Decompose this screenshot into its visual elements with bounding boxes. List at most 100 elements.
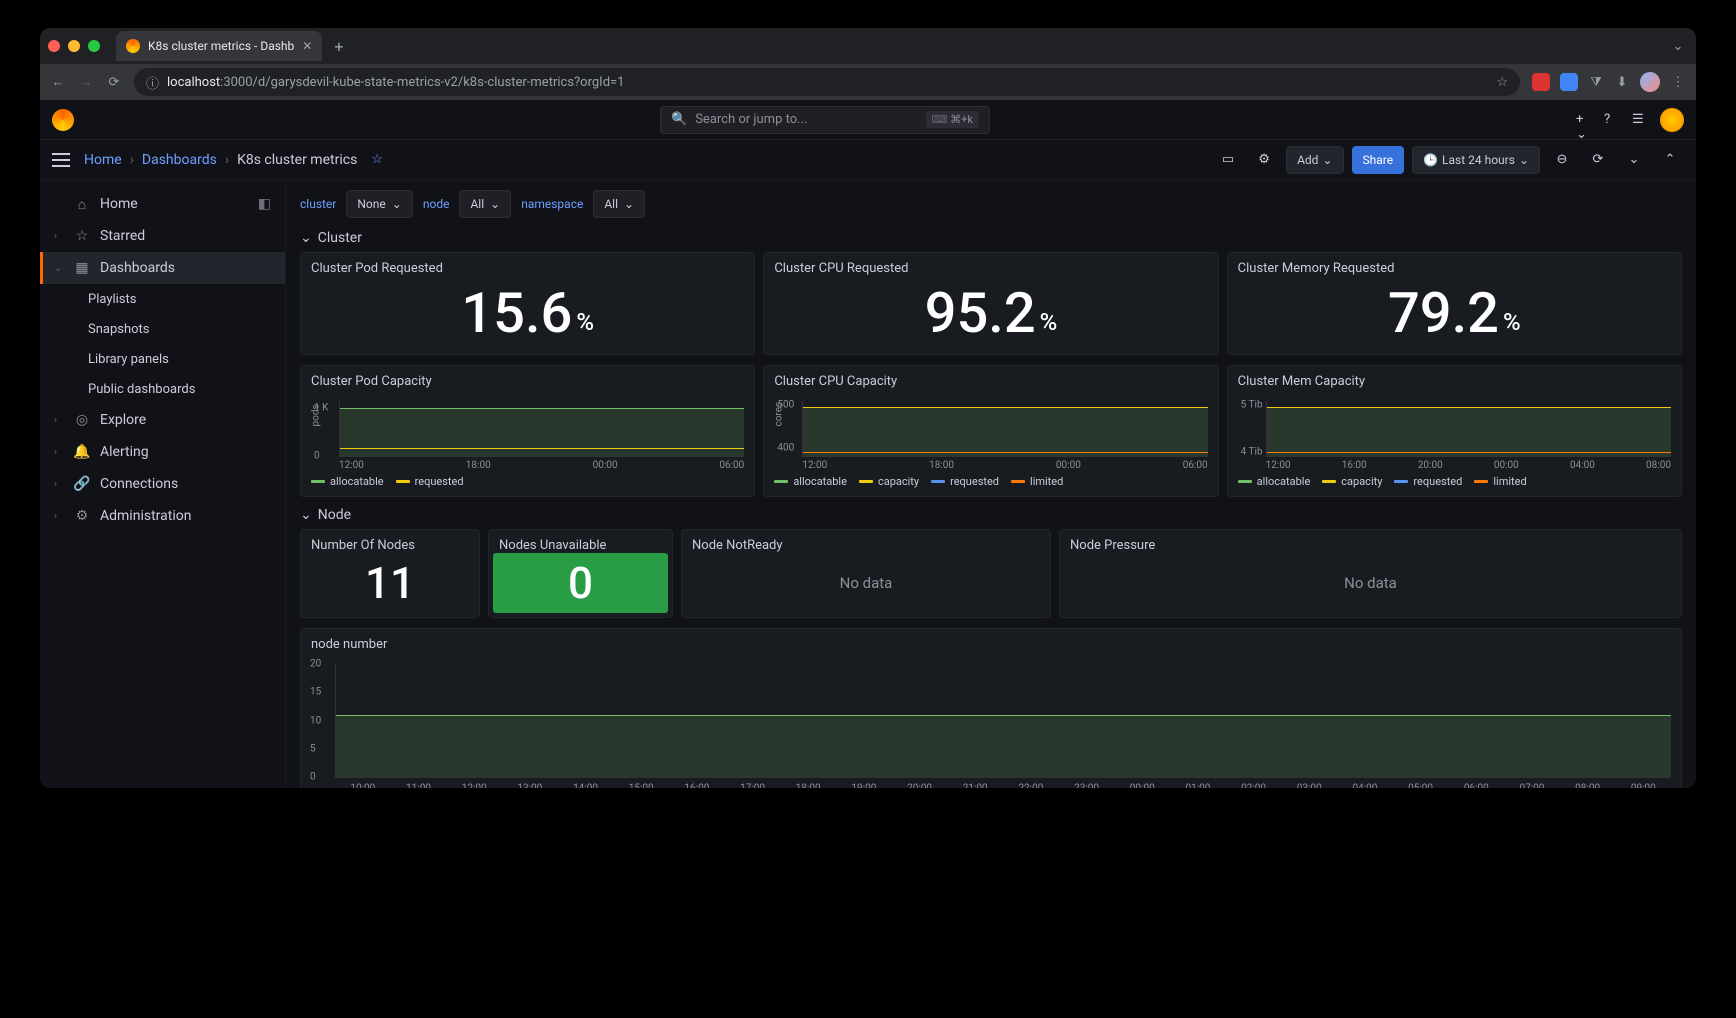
stat-value: 95.2% bbox=[774, 280, 1207, 346]
search-input[interactable]: 🔍 Search or jump to... ⌨ ⌘+k bbox=[660, 106, 990, 134]
panel-cpu-capacity[interactable]: Cluster CPU Capacity 500 400 cores 12:00… bbox=[763, 365, 1218, 497]
chevron-down-icon: ⌄ bbox=[300, 507, 312, 523]
breadcrumb-bar: Home › Dashboards › K8s cluster metrics … bbox=[40, 140, 1696, 180]
settings-icon[interactable]: ⚙ bbox=[1250, 146, 1278, 174]
star-icon: ☆ bbox=[74, 228, 90, 244]
chart-legend[interactable]: allocatable capacity requested limited bbox=[774, 475, 1207, 488]
clock-icon: 🕒 bbox=[1423, 153, 1438, 167]
breadcrumb-current: K8s cluster metrics bbox=[237, 152, 357, 168]
panel-mem-capacity[interactable]: Cluster Mem Capacity 5 Tib 4 Tib 12:0016… bbox=[1227, 365, 1682, 497]
panel-node-pressure[interactable]: Node Pressure No data bbox=[1059, 529, 1682, 618]
panel-cpu-requested[interactable]: Cluster CPU Requested 95.2% bbox=[763, 252, 1218, 355]
panel-pod-requested[interactable]: Cluster Pod Requested 15.6% bbox=[300, 252, 755, 355]
profile-avatar[interactable] bbox=[1640, 72, 1660, 92]
extension-icon[interactable] bbox=[1560, 73, 1578, 91]
breadcrumb-home[interactable]: Home bbox=[84, 152, 122, 168]
sidebar-item-public-dashboards[interactable]: Public dashboards bbox=[40, 374, 285, 404]
favorite-star-icon[interactable]: ☆ bbox=[371, 152, 383, 167]
chevron-down-icon: ⌄ bbox=[1519, 153, 1529, 167]
shield-icon: ⚙ bbox=[74, 508, 90, 524]
var-label-namespace: namespace bbox=[521, 197, 583, 211]
add-button[interactable]: Add ⌄ bbox=[1286, 146, 1343, 174]
var-label-cluster: cluster bbox=[300, 197, 336, 211]
breadcrumb-dashboards[interactable]: Dashboards bbox=[142, 152, 217, 168]
sidebar-item-alerting[interactable]: ›🔔Alerting bbox=[40, 436, 285, 468]
template-variables: cluster None ⌄ node All ⌄ namespace All … bbox=[300, 190, 1682, 218]
minimize-window[interactable] bbox=[68, 40, 80, 52]
collapse-icon[interactable]: ⌃ bbox=[1656, 146, 1684, 174]
menu-icon[interactable]: ⋮ bbox=[1670, 74, 1686, 90]
keyboard-shortcut: ⌨ ⌘+k bbox=[926, 111, 979, 128]
new-tab-button[interactable]: + bbox=[334, 37, 343, 56]
panel-nodes-unavailable[interactable]: Nodes Unavailable 0 bbox=[488, 529, 673, 618]
tabs-dropdown-icon[interactable]: ⌄ bbox=[1668, 36, 1688, 56]
chevron-down-icon: ⌄ bbox=[1322, 153, 1332, 167]
zoom-out-icon[interactable]: ⊖ bbox=[1548, 146, 1576, 174]
close-window[interactable] bbox=[48, 40, 60, 52]
sidebar-item-administration[interactable]: ›⚙Administration bbox=[40, 500, 285, 532]
chart: 1 K 0 pods 12:0018:0000:0006:00 bbox=[311, 401, 744, 471]
sidebar-item-explore[interactable]: ›◎Explore bbox=[40, 404, 285, 436]
add-icon[interactable]: + ⌄ bbox=[1576, 112, 1592, 128]
row-cluster[interactable]: ⌄Cluster bbox=[300, 230, 1682, 246]
dock-toggle-icon[interactable]: ◧ bbox=[258, 196, 271, 212]
forward-icon[interactable]: → bbox=[78, 74, 94, 90]
stat-value: 79.2% bbox=[1238, 280, 1671, 346]
chevron-down-icon: ⌄ bbox=[392, 197, 402, 211]
window-controls bbox=[48, 40, 100, 52]
sidebar-item-home[interactable]: ⌂Home◧ bbox=[40, 188, 285, 220]
sidebar: ⌂Home◧ ›☆Starred ⌄▦Dashboards Playlists … bbox=[40, 180, 286, 788]
share-button[interactable]: Share bbox=[1352, 146, 1405, 174]
var-label-node: node bbox=[423, 197, 450, 211]
grafana-favicon bbox=[126, 39, 140, 53]
close-tab-icon[interactable]: ✕ bbox=[302, 39, 312, 53]
var-select-namespace[interactable]: All ⌄ bbox=[593, 190, 645, 218]
chevron-down-icon: ⌄ bbox=[490, 197, 500, 211]
var-select-node[interactable]: All ⌄ bbox=[459, 190, 511, 218]
extension-icon[interactable] bbox=[1532, 73, 1550, 91]
time-picker[interactable]: 🕒 Last 24 hours ⌄ bbox=[1412, 146, 1540, 174]
panel-node-notready[interactable]: Node NotReady No data bbox=[681, 529, 1051, 618]
panel-node-number[interactable]: node number 20 15 10 5 0 10:0011:0012:00… bbox=[300, 628, 1682, 788]
menu-toggle-icon[interactable] bbox=[52, 153, 70, 167]
refresh-interval-icon[interactable]: ⌄ bbox=[1620, 146, 1648, 174]
tv-mode-icon[interactable]: ▭ bbox=[1214, 146, 1242, 174]
user-avatar[interactable] bbox=[1660, 108, 1684, 132]
chart-legend[interactable]: allocatable requested bbox=[311, 475, 744, 488]
sidebar-item-dashboards[interactable]: ⌄▦Dashboards bbox=[40, 252, 285, 284]
reload-icon[interactable]: ⟳ bbox=[106, 74, 122, 90]
sidebar-item-snapshots[interactable]: Snapshots bbox=[40, 314, 285, 344]
chevron-down-icon: ⌄ bbox=[624, 197, 634, 211]
downloads-icon[interactable]: ⬇ bbox=[1614, 74, 1630, 90]
browser-tab[interactable]: K8s cluster metrics - Dashb ✕ bbox=[116, 31, 322, 61]
chevron-down-icon: ⌄ bbox=[300, 230, 312, 246]
panel-number-of-nodes[interactable]: Number Of Nodes 11 bbox=[300, 529, 480, 618]
sidebar-item-connections[interactable]: ›🔗Connections bbox=[40, 468, 285, 500]
extensions-icon[interactable]: ⧩ bbox=[1588, 74, 1604, 90]
bookmark-star-icon[interactable]: ☆ bbox=[1496, 75, 1508, 90]
home-icon: ⌂ bbox=[74, 196, 90, 212]
site-info-icon[interactable]: ⓘ bbox=[146, 73, 159, 92]
browser-toolbar: ← → ⟳ ⓘ localhost:3000/d/garysdevil-kube… bbox=[40, 64, 1696, 100]
row-node[interactable]: ⌄Node bbox=[300, 507, 1682, 523]
back-icon[interactable]: ← bbox=[50, 74, 66, 90]
link-icon: 🔗 bbox=[74, 476, 90, 492]
address-bar[interactable]: ⓘ localhost:3000/d/garysdevil-kube-state… bbox=[134, 68, 1520, 96]
panel-pod-capacity[interactable]: Cluster Pod Capacity 1 K 0 pods 12:0018:… bbox=[300, 365, 755, 497]
sidebar-item-playlists[interactable]: Playlists bbox=[40, 284, 285, 314]
help-icon[interactable]: ? bbox=[1604, 112, 1620, 128]
news-icon[interactable]: ☰ bbox=[1632, 112, 1648, 128]
panel-mem-requested[interactable]: Cluster Memory Requested 79.2% bbox=[1227, 252, 1682, 355]
no-data-message: No data bbox=[692, 557, 1040, 609]
app-topbar: 🔍 Search or jump to... ⌨ ⌘+k + ⌄ ? ☰ bbox=[40, 100, 1696, 140]
grafana-logo[interactable] bbox=[52, 109, 74, 131]
maximize-window[interactable] bbox=[88, 40, 100, 52]
chart-legend[interactable]: allocatable capacity requested limited bbox=[1238, 475, 1671, 488]
sidebar-item-library-panels[interactable]: Library panels bbox=[40, 344, 285, 374]
refresh-icon[interactable]: ⟳ bbox=[1584, 146, 1612, 174]
no-data-message: No data bbox=[1070, 557, 1671, 609]
var-select-cluster[interactable]: None ⌄ bbox=[346, 190, 412, 218]
sidebar-item-starred[interactable]: ›☆Starred bbox=[40, 220, 285, 252]
chart: 20 15 10 5 0 10:0011:0012:0013:0014:0015… bbox=[311, 664, 1671, 788]
compass-icon: ◎ bbox=[74, 412, 90, 428]
